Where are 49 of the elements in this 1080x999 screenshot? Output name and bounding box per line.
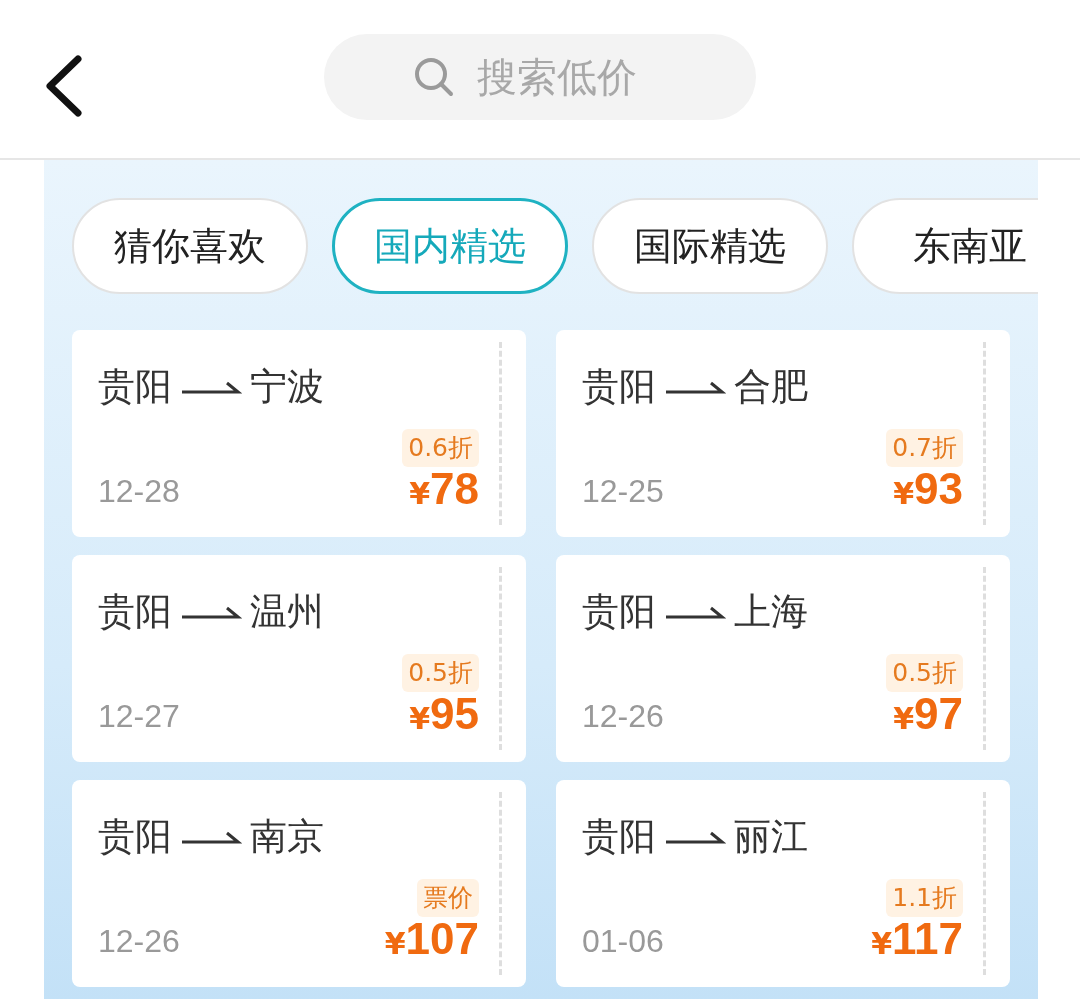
discount-badge: 0.5折 (886, 654, 963, 692)
flight-date: 12-25 (582, 475, 664, 507)
category-tab[interactable]: 国际精选 (592, 198, 828, 294)
origin-city: 贵阳 (98, 364, 172, 410)
flight-date: 12-26 (98, 925, 180, 957)
destination-city: 宁波 (250, 364, 324, 410)
currency-symbol: ¥ (384, 926, 406, 961)
deal-card[interactable]: 贵阳 上海 12-26 0.5折 ¥97 (556, 555, 1010, 762)
price: 107 (405, 917, 479, 961)
destination-city: 南京 (250, 814, 324, 860)
currency-symbol: ¥ (409, 701, 431, 736)
flight-date: 01-06 (582, 925, 664, 957)
flight-date: 12-28 (98, 475, 180, 507)
origin-city: 贵阳 (582, 814, 656, 860)
discount-badge: 0.6折 (402, 429, 479, 467)
price: 93 (914, 467, 963, 511)
search-icon (413, 56, 455, 98)
discount-badge: 0.5折 (402, 654, 479, 692)
currency-symbol: ¥ (893, 701, 915, 736)
destination-city: 上海 (734, 589, 808, 635)
origin-city: 贵阳 (582, 364, 656, 410)
origin-city: 贵阳 (98, 589, 172, 635)
price: 117 (892, 917, 963, 961)
back-icon[interactable] (44, 55, 84, 117)
destination-city: 合肥 (734, 364, 808, 410)
discount-badge: 0.7折 (886, 429, 963, 467)
flight-date: 12-27 (98, 700, 180, 732)
origin-city: 贵阳 (98, 814, 172, 860)
search-input[interactable]: 搜索低价 (477, 54, 667, 100)
deal-card[interactable]: 贵阳 合肥 12-25 0.7折 ¥93 (556, 330, 1010, 537)
deal-card[interactable]: 贵阳 南京 12-26 票价 ¥107 (72, 780, 526, 987)
origin-city: 贵阳 (582, 589, 656, 635)
deal-card[interactable]: 贵阳 宁波 12-28 0.6折 ¥78 (72, 330, 526, 537)
price: 78 (430, 467, 479, 511)
search-field[interactable]: 搜索低价 (324, 34, 756, 120)
discount-badge: 票价 (417, 879, 479, 917)
price: 97 (914, 692, 963, 736)
price: 95 (430, 692, 479, 736)
discount-badge: 1.1折 (886, 879, 963, 917)
category-tab[interactable]: 猜你喜欢 (72, 198, 308, 294)
flight-date: 12-26 (582, 700, 664, 732)
deal-card[interactable]: 贵阳 丽江 01-06 1.1折 ¥117 (556, 780, 1010, 987)
destination-city: 丽江 (734, 814, 808, 860)
category-tab[interactable]: 东南亚 (852, 198, 1038, 294)
currency-symbol: ¥ (409, 476, 431, 511)
deal-card[interactable]: 贵阳 温州 12-27 0.5折 ¥95 (72, 555, 526, 762)
destination-city: 温州 (250, 589, 324, 635)
currency-symbol: ¥ (893, 476, 915, 511)
currency-symbol: ¥ (871, 926, 892, 961)
